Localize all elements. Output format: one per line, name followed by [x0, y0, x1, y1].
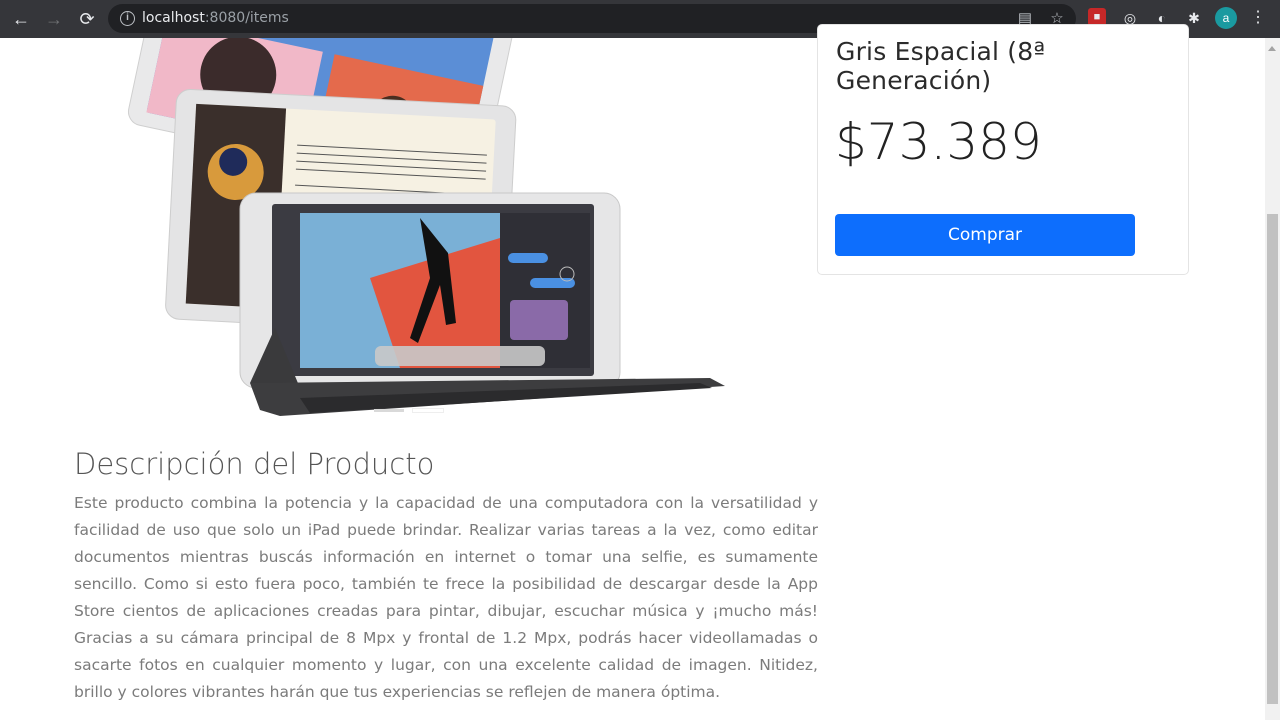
forward-icon[interactable]: →: [42, 7, 66, 31]
carousel-indicator-1[interactable]: [374, 409, 404, 412]
description-body: Este producto combina la potencia y la c…: [74, 494, 818, 701]
back-icon[interactable]: ←: [9, 7, 33, 31]
description-heading: Descripción del Producto: [74, 447, 435, 481]
site-info-icon[interactable]: i: [120, 11, 135, 26]
product-title: Gris Espacial (8ª Generación): [836, 37, 1046, 95]
product-price: $73.389: [835, 113, 1042, 171]
product-image: [127, 38, 725, 416]
profile-avatar[interactable]: a: [1215, 7, 1237, 29]
buy-button[interactable]: Comprar: [835, 214, 1135, 256]
purchase-card: Gris Espacial (8ª Generación) $73.389 Co…: [817, 24, 1189, 275]
page-scrollbar[interactable]: [1265, 38, 1280, 720]
reload-icon[interactable]: ⟳: [75, 7, 99, 31]
scrollbar-thumb[interactable]: [1267, 214, 1278, 704]
menu-kebab-icon[interactable]: ⋮: [1248, 8, 1268, 28]
url-text[interactable]: localhost:8080/items: [142, 10, 289, 26]
scroll-up-icon[interactable]: [1268, 46, 1276, 51]
carousel-indicator-2[interactable]: [413, 409, 443, 412]
